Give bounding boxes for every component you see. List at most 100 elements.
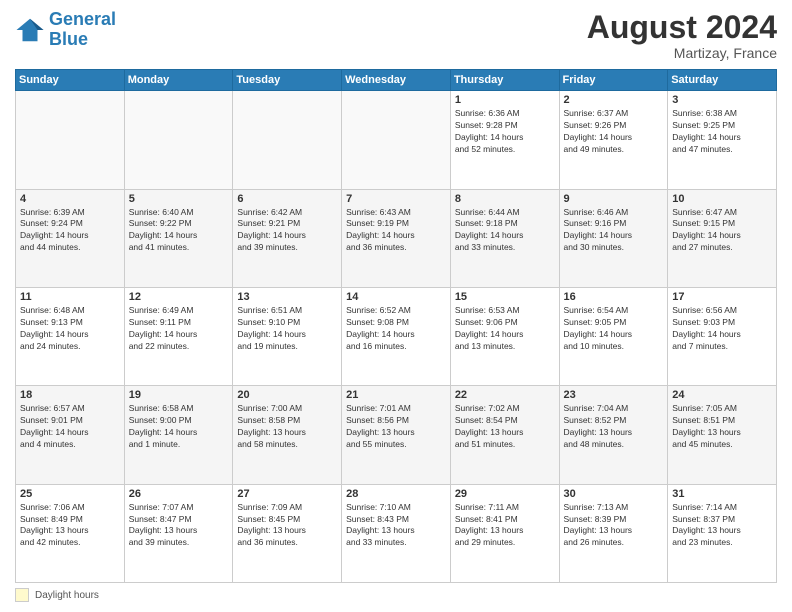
calendar-cell: 12 Sunrise: 6:49 AM Sunset: 9:11 PM Dayli…: [124, 287, 233, 385]
calendar-cell: 25 Sunrise: 7:06 AM Sunset: 8:49 PM Dayli…: [16, 484, 125, 582]
day-info: Sunrise: 6:37 AM Sunset: 9:26 PM Dayligh…: [564, 108, 664, 156]
calendar-cell: 7Sunrise: 6:43 AM Sunset: 9:19 PM Daylig…: [342, 189, 451, 287]
day-info: Sunrise: 7:00 AM Sunset: 8:58 PM Dayligh…: [237, 403, 337, 451]
calendar-cell: [124, 91, 233, 189]
day-info: Sunrise: 6:43 AM Sunset: 9:19 PM Dayligh…: [346, 207, 446, 255]
subtitle: Martizay, France: [587, 45, 777, 61]
calendar-cell: 18 Sunrise: 6:57 AM Sunset: 9:01 PM Dayli…: [16, 386, 125, 484]
day-number: 18: [20, 389, 120, 401]
calendar-cell: 9 Sunrise: 6:46 AM Sunset: 9:16 PM Daylig…: [559, 189, 668, 287]
day-number: 12: [129, 291, 229, 303]
calendar-cell: 16 Sunrise: 6:54 AM Sunset: 9:05 PM Dayli…: [559, 287, 668, 385]
logo-text: General Blue: [49, 10, 116, 50]
calendar-cell: 30Sunrise: 7:13 AM Sunset: 8:39 PM Dayli…: [559, 484, 668, 582]
day-info: Sunrise: 6:53 AM Sunset: 9:06 PM Dayligh…: [455, 305, 555, 353]
calendar-cell: 5Sunrise: 6:40 AM Sunset: 9:22 PM Daylig…: [124, 189, 233, 287]
calendar-cell: [342, 91, 451, 189]
calendar-cell: 2 Sunrise: 6:37 AM Sunset: 9:26 PM Daylig…: [559, 91, 668, 189]
calendar-week-row: 25 Sunrise: 7:06 AM Sunset: 8:49 PM Dayli…: [16, 484, 777, 582]
calendar-week-row: 18 Sunrise: 6:57 AM Sunset: 9:01 PM Dayli…: [16, 386, 777, 484]
calendar-cell: 10Sunrise: 6:47 AM Sunset: 9:15 PM Dayli…: [668, 189, 777, 287]
calendar-day-header: Thursday: [450, 70, 559, 91]
day-info: Sunrise: 6:54 AM Sunset: 9:05 PM Dayligh…: [564, 305, 664, 353]
calendar-cell: [16, 91, 125, 189]
legend-color-box: [15, 588, 29, 602]
day-info: Sunrise: 6:48 AM Sunset: 9:13 PM Dayligh…: [20, 305, 120, 353]
calendar-cell: 22Sunrise: 7:02 AM Sunset: 8:54 PM Dayli…: [450, 386, 559, 484]
calendar-cell: 8 Sunrise: 6:44 AM Sunset: 9:18 PM Daylig…: [450, 189, 559, 287]
day-info: Sunrise: 7:11 AM Sunset: 8:41 PM Dayligh…: [455, 502, 555, 550]
day-info: Sunrise: 7:10 AM Sunset: 8:43 PM Dayligh…: [346, 502, 446, 550]
day-info: Sunrise: 6:51 AM Sunset: 9:10 PM Dayligh…: [237, 305, 337, 353]
logo: General Blue: [15, 10, 116, 50]
day-info: Sunrise: 6:56 AM Sunset: 9:03 PM Dayligh…: [672, 305, 772, 353]
calendar-cell: [233, 91, 342, 189]
day-info: Sunrise: 6:57 AM Sunset: 9:01 PM Dayligh…: [20, 403, 120, 451]
day-info: Sunrise: 7:06 AM Sunset: 8:49 PM Dayligh…: [20, 502, 120, 550]
calendar-cell: 11 Sunrise: 6:48 AM Sunset: 9:13 PM Dayli…: [16, 287, 125, 385]
calendar-week-row: 4Sunrise: 6:39 AM Sunset: 9:24 PM Daylig…: [16, 189, 777, 287]
day-info: Sunrise: 6:46 AM Sunset: 9:16 PM Dayligh…: [564, 207, 664, 255]
calendar-day-header: Friday: [559, 70, 668, 91]
day-info: Sunrise: 7:07 AM Sunset: 8:47 PM Dayligh…: [129, 502, 229, 550]
day-number: 29: [455, 488, 555, 500]
calendar-week-row: 1Sunrise: 6:36 AM Sunset: 9:28 PM Daylig…: [16, 91, 777, 189]
day-number: 11: [20, 291, 120, 303]
day-number: 3: [672, 94, 772, 106]
day-info: Sunrise: 7:02 AM Sunset: 8:54 PM Dayligh…: [455, 403, 555, 451]
day-info: Sunrise: 6:44 AM Sunset: 9:18 PM Dayligh…: [455, 207, 555, 255]
day-number: 9: [564, 193, 664, 205]
day-number: 8: [455, 193, 555, 205]
calendar-cell: 14 Sunrise: 6:52 AM Sunset: 9:08 PM Dayli…: [342, 287, 451, 385]
day-number: 14: [346, 291, 446, 303]
calendar-day-header: Sunday: [16, 70, 125, 91]
calendar-cell: 3 Sunrise: 6:38 AM Sunset: 9:25 PM Daylig…: [668, 91, 777, 189]
day-number: 2: [564, 94, 664, 106]
calendar-day-header: Saturday: [668, 70, 777, 91]
header: General Blue August 2024 Martizay, Franc…: [15, 10, 777, 61]
calendar-cell: 23Sunrise: 7:04 AM Sunset: 8:52 PM Dayli…: [559, 386, 668, 484]
day-number: 20: [237, 389, 337, 401]
day-number: 24: [672, 389, 772, 401]
day-number: 30: [564, 488, 664, 500]
calendar-cell: 24 Sunrise: 7:05 AM Sunset: 8:51 PM Dayli…: [668, 386, 777, 484]
logo-line2: Blue: [49, 29, 88, 49]
calendar-cell: 13 Sunrise: 6:51 AM Sunset: 9:10 PM Dayli…: [233, 287, 342, 385]
logo-icon: [15, 15, 45, 45]
day-number: 17: [672, 291, 772, 303]
day-info: Sunrise: 6:38 AM Sunset: 9:25 PM Dayligh…: [672, 108, 772, 156]
calendar-cell: 21Sunrise: 7:01 AM Sunset: 8:56 PM Dayli…: [342, 386, 451, 484]
calendar-cell: 17 Sunrise: 6:56 AM Sunset: 9:03 PM Dayli…: [668, 287, 777, 385]
calendar-header-row: SundayMondayTuesdayWednesdayThursdayFrid…: [16, 70, 777, 91]
day-info: Sunrise: 6:58 AM Sunset: 9:00 PM Dayligh…: [129, 403, 229, 451]
main-title: August 2024: [587, 10, 777, 45]
day-number: 13: [237, 291, 337, 303]
day-info: Sunrise: 7:14 AM Sunset: 8:37 PM Dayligh…: [672, 502, 772, 550]
day-info: Sunrise: 7:01 AM Sunset: 8:56 PM Dayligh…: [346, 403, 446, 451]
calendar-week-row: 11 Sunrise: 6:48 AM Sunset: 9:13 PM Dayli…: [16, 287, 777, 385]
legend: Daylight hours: [15, 588, 777, 602]
day-number: 25: [20, 488, 120, 500]
day-info: Sunrise: 7:04 AM Sunset: 8:52 PM Dayligh…: [564, 403, 664, 451]
calendar-cell: 6 Sunrise: 6:42 AM Sunset: 9:21 PM Daylig…: [233, 189, 342, 287]
title-block: August 2024 Martizay, France: [587, 10, 777, 61]
calendar-day-header: Tuesday: [233, 70, 342, 91]
calendar-cell: 20 Sunrise: 7:00 AM Sunset: 8:58 PM Dayli…: [233, 386, 342, 484]
day-info: Sunrise: 6:49 AM Sunset: 9:11 PM Dayligh…: [129, 305, 229, 353]
day-info: Sunrise: 6:42 AM Sunset: 9:21 PM Dayligh…: [237, 207, 337, 255]
day-number: 1: [455, 94, 555, 106]
logo-line1: General: [49, 9, 116, 29]
day-info: Sunrise: 7:05 AM Sunset: 8:51 PM Dayligh…: [672, 403, 772, 451]
calendar-cell: 4Sunrise: 6:39 AM Sunset: 9:24 PM Daylig…: [16, 189, 125, 287]
day-number: 26: [129, 488, 229, 500]
calendar-cell: 28Sunrise: 7:10 AM Sunset: 8:43 PM Dayli…: [342, 484, 451, 582]
calendar-table: SundayMondayTuesdayWednesdayThursdayFrid…: [15, 69, 777, 583]
day-number: 16: [564, 291, 664, 303]
day-info: Sunrise: 6:52 AM Sunset: 9:08 PM Dayligh…: [346, 305, 446, 353]
calendar-day-header: Wednesday: [342, 70, 451, 91]
legend-label: Daylight hours: [35, 590, 99, 601]
page: General Blue August 2024 Martizay, Franc…: [0, 0, 792, 612]
calendar-cell: 15Sunrise: 6:53 AM Sunset: 9:06 PM Dayli…: [450, 287, 559, 385]
day-number: 6: [237, 193, 337, 205]
day-info: Sunrise: 6:39 AM Sunset: 9:24 PM Dayligh…: [20, 207, 120, 255]
